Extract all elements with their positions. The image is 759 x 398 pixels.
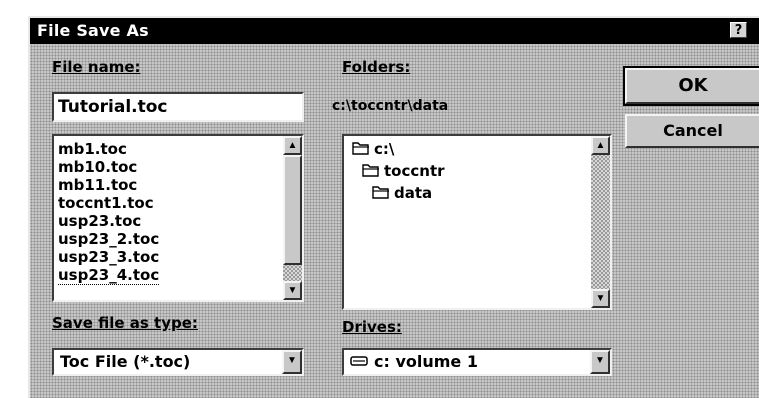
save-type-value: Toc File (*.toc) <box>60 352 191 371</box>
folder-item-toccntr[interactable]: toccntr <box>362 162 482 182</box>
drives-label: Drives: <box>342 318 402 336</box>
hard-drive-icon <box>350 356 368 366</box>
file-save-as-dialog: File Save As ? File name: Tutorial.toc m… <box>28 16 759 398</box>
list-item[interactable]: usp23_3.toc <box>58 248 159 266</box>
scroll-thumb[interactable] <box>283 155 302 265</box>
list-item[interactable]: mb10.toc <box>58 158 137 176</box>
list-item[interactable]: usp23_2.toc <box>58 230 159 248</box>
current-path: c:\toccntr\data <box>332 98 449 114</box>
file-list[interactable]: mb1.toc mb10.toc mb11.toc toccnt1.toc us… <box>52 134 304 302</box>
ok-button[interactable]: OK <box>625 68 759 104</box>
save-type-label: Save file as type: <box>52 314 198 332</box>
drives-select[interactable]: c: volume 1 ▼ <box>342 348 612 376</box>
file-name-input[interactable]: Tutorial.toc <box>52 92 304 122</box>
chevron-down-icon[interactable]: ▼ <box>282 350 302 374</box>
drives-value: c: volume 1 <box>374 352 478 371</box>
open-folder-icon <box>362 164 379 177</box>
folders-label: Folders: <box>342 58 411 76</box>
list-item[interactable]: usp23.toc <box>58 212 141 230</box>
scroll-up-arrow-icon[interactable]: ▲ <box>591 136 610 155</box>
file-list-scrollbar[interactable]: ▲ ▼ <box>283 136 302 300</box>
help-button[interactable]: ? <box>730 22 747 38</box>
cancel-button[interactable]: Cancel <box>625 114 759 148</box>
title-bar[interactable]: File Save As ? <box>30 18 759 44</box>
open-folder-icon <box>372 186 389 199</box>
folder-item-data[interactable]: data <box>372 184 472 204</box>
file-name-value: Tutorial.toc <box>58 97 168 117</box>
list-item[interactable]: usp23_4.toc <box>58 266 160 285</box>
scroll-down-arrow-icon[interactable]: ▼ <box>591 289 610 308</box>
folder-label: data <box>394 184 433 202</box>
open-folder-icon <box>352 142 369 155</box>
list-item[interactable]: mb1.toc <box>58 140 127 158</box>
folder-label: toccntr <box>384 162 445 180</box>
save-type-select[interactable]: Toc File (*.toc) ▼ <box>52 348 304 376</box>
file-name-label: File name: <box>52 58 141 76</box>
folder-list[interactable]: c:\ toccntr data ▲ ▼ <box>342 134 612 310</box>
folder-label: c:\ <box>374 140 395 158</box>
scroll-up-arrow-icon[interactable]: ▲ <box>283 136 302 155</box>
folder-list-scrollbar[interactable]: ▲ ▼ <box>591 136 610 308</box>
chevron-down-icon[interactable]: ▼ <box>590 350 610 374</box>
window-title: File Save As <box>37 21 149 40</box>
scroll-down-arrow-icon[interactable]: ▼ <box>283 281 302 300</box>
folder-item-root[interactable]: c:\ <box>352 140 452 160</box>
list-item[interactable]: toccnt1.toc <box>58 194 154 212</box>
list-item[interactable]: mb11.toc <box>58 176 137 194</box>
ok-button-focus-frame: OK <box>623 66 759 106</box>
